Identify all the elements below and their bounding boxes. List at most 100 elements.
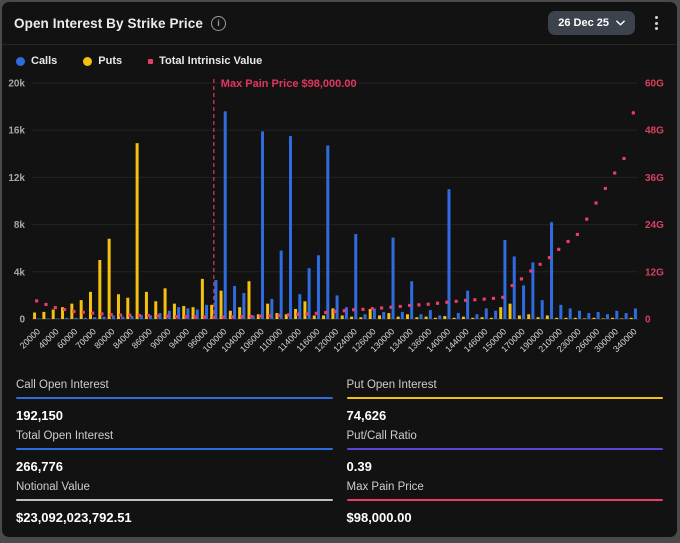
intrinsic-dot[interactable] xyxy=(221,315,225,319)
put-bar[interactable] xyxy=(620,318,624,319)
call-bar[interactable] xyxy=(65,317,69,319)
put-bar[interactable] xyxy=(517,315,521,319)
put-bar[interactable] xyxy=(79,300,83,319)
call-bar[interactable] xyxy=(37,318,41,319)
put-bar[interactable] xyxy=(98,260,102,319)
call-bar[interactable] xyxy=(93,317,97,319)
call-bar[interactable] xyxy=(568,308,572,319)
put-bar[interactable] xyxy=(415,317,419,319)
intrinsic-dot[interactable] xyxy=(566,239,570,244)
intrinsic-dot[interactable] xyxy=(547,256,552,260)
call-bar[interactable] xyxy=(121,316,125,319)
call-bar[interactable] xyxy=(363,314,367,319)
put-bar[interactable] xyxy=(452,317,456,319)
intrinsic-dot[interactable] xyxy=(417,303,421,307)
intrinsic-dot[interactable] xyxy=(491,296,496,300)
put-bar[interactable] xyxy=(573,317,577,319)
call-bar[interactable] xyxy=(102,316,106,319)
intrinsic-dot[interactable] xyxy=(156,314,160,318)
put-bar[interactable] xyxy=(340,315,344,319)
put-bar[interactable] xyxy=(536,317,540,319)
intrinsic-dot[interactable] xyxy=(305,312,309,316)
call-bar[interactable] xyxy=(447,189,451,319)
call-bar[interactable] xyxy=(428,310,432,319)
intrinsic-dot[interactable] xyxy=(557,247,561,251)
put-bar[interactable] xyxy=(350,316,354,319)
call-bar[interactable] xyxy=(335,295,339,319)
call-bar[interactable] xyxy=(615,310,619,319)
put-bar[interactable] xyxy=(555,317,559,319)
intrinsic-dot[interactable] xyxy=(165,314,169,318)
call-bar[interactable] xyxy=(559,304,563,319)
call-bar[interactable] xyxy=(326,145,330,319)
intrinsic-dot[interactable] xyxy=(426,302,430,306)
call-bar[interactable] xyxy=(316,255,320,319)
put-bar[interactable] xyxy=(107,238,111,319)
intrinsic-dot[interactable] xyxy=(249,314,253,319)
call-bar[interactable] xyxy=(475,314,479,319)
put-bar[interactable] xyxy=(51,309,55,319)
intrinsic-dot[interactable] xyxy=(100,312,104,316)
put-bar[interactable] xyxy=(312,315,316,319)
intrinsic-dot[interactable] xyxy=(193,315,197,319)
intrinsic-dot[interactable] xyxy=(258,314,263,318)
intrinsic-dot[interactable] xyxy=(137,313,141,318)
put-bar[interactable] xyxy=(89,291,92,319)
intrinsic-dot[interactable] xyxy=(286,313,290,317)
call-bar[interactable] xyxy=(596,311,600,319)
call-bar[interactable] xyxy=(83,317,87,319)
put-bar[interactable] xyxy=(163,288,167,319)
intrinsic-dot[interactable] xyxy=(380,306,384,310)
intrinsic-dot[interactable] xyxy=(631,111,635,115)
call-bar[interactable] xyxy=(484,308,488,319)
intrinsic-dot[interactable] xyxy=(482,297,486,301)
intrinsic-dot[interactable] xyxy=(81,310,85,314)
call-bar[interactable] xyxy=(456,313,460,319)
call-bar[interactable] xyxy=(223,111,227,319)
put-bar[interactable] xyxy=(424,316,428,319)
intrinsic-dot[interactable] xyxy=(174,315,179,319)
put-bar[interactable] xyxy=(359,317,363,319)
intrinsic-dot[interactable] xyxy=(53,305,57,310)
intrinsic-dot[interactable] xyxy=(63,307,67,312)
intrinsic-dot[interactable] xyxy=(44,302,48,307)
put-bar[interactable] xyxy=(480,317,484,319)
put-bar[interactable] xyxy=(368,308,372,319)
intrinsic-dot[interactable] xyxy=(230,315,235,319)
put-bar[interactable] xyxy=(378,315,382,319)
call-bar[interactable] xyxy=(512,256,516,319)
intrinsic-dot[interactable] xyxy=(277,313,281,318)
intrinsic-dot[interactable] xyxy=(389,305,393,309)
intrinsic-dot[interactable] xyxy=(342,309,346,313)
intrinsic-dot[interactable] xyxy=(454,299,458,303)
intrinsic-dot[interactable] xyxy=(613,171,617,175)
put-bar[interactable] xyxy=(489,317,493,319)
call-bar[interactable] xyxy=(74,317,78,319)
call-bar[interactable] xyxy=(354,234,358,319)
put-bar[interactable] xyxy=(200,278,204,319)
intrinsic-dot[interactable] xyxy=(538,262,542,266)
put-bar[interactable] xyxy=(545,315,549,319)
call-bar[interactable] xyxy=(540,300,544,319)
intrinsic-dot[interactable] xyxy=(510,283,514,288)
intrinsic-dot[interactable] xyxy=(501,295,505,299)
call-bar[interactable] xyxy=(261,131,265,319)
intrinsic-dot[interactable] xyxy=(519,277,524,281)
call-bar[interactable] xyxy=(307,268,311,319)
intrinsic-dot[interactable] xyxy=(463,298,468,302)
put-bar[interactable] xyxy=(42,311,46,319)
call-bar[interactable] xyxy=(400,311,404,319)
intrinsic-dot[interactable] xyxy=(622,156,626,161)
call-bar[interactable] xyxy=(624,313,628,319)
call-bar[interactable] xyxy=(419,314,423,319)
info-icon[interactable]: i xyxy=(210,15,226,31)
put-bar[interactable] xyxy=(247,281,251,319)
put-bar[interactable] xyxy=(601,318,605,319)
intrinsic-dot[interactable] xyxy=(91,311,95,315)
call-bar[interactable] xyxy=(438,315,442,319)
put-bar[interactable] xyxy=(405,314,409,319)
intrinsic-dot[interactable] xyxy=(603,186,607,191)
intrinsic-dot[interactable] xyxy=(128,313,132,317)
put-bar[interactable] xyxy=(592,317,596,319)
intrinsic-dot[interactable] xyxy=(445,300,449,304)
